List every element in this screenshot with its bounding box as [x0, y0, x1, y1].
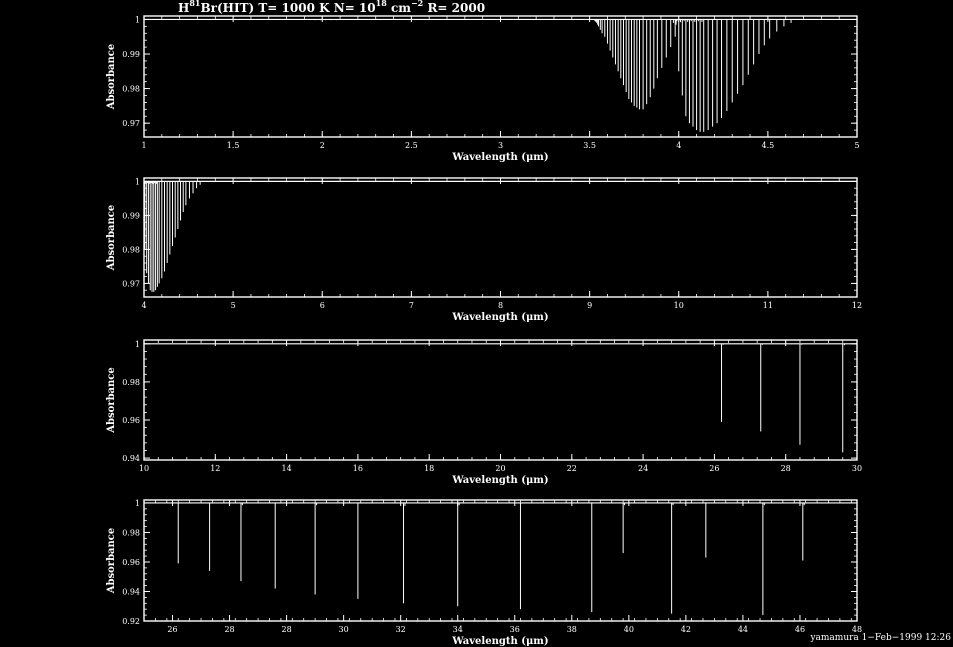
y-tick-label: 0.94 — [122, 587, 140, 596]
x-tick-label: 11 — [763, 301, 773, 310]
x-tick-label: 4 — [141, 301, 146, 310]
x-tick-label: 1 — [141, 141, 146, 150]
title-prefix: H — [178, 1, 189, 15]
x-tick-label: 44 — [738, 625, 748, 634]
panel-1: 1 1.5 2 2.5 3 3.5 4 4.5 5 0.97 0.98 0.99 1 Wavelength… — [106, 15, 860, 163]
title-unit-exponent: −2 — [411, 0, 423, 8]
x-tick-label: 26 — [167, 625, 177, 634]
y-tick-label: 0.96 — [122, 558, 140, 567]
panel-3: 10 12 14 16 18 20 22 24 26 28 30 0.94 0.96 0.98 1 Wavel… — [106, 339, 862, 486]
figure-title: H81Br(HIT) T= 1000 K N= 1018 cm−2 R= 200… — [178, 0, 485, 15]
y-tick-label: 0.99 — [122, 211, 140, 220]
y-tick-label: 0.97 — [122, 279, 140, 288]
x-tick-label: 2.5 — [405, 141, 418, 150]
x-tick-label: 42 — [681, 625, 691, 634]
y-tick-label: 0.94 — [122, 454, 140, 463]
x-tick-label: 4 — [676, 141, 681, 150]
title-middle: T= 1000 K N= 10 — [258, 1, 375, 15]
x-tick-label: 1.5 — [227, 141, 240, 150]
y-tick-label: 0.97 — [122, 119, 140, 128]
x-tick-label: 38 — [567, 625, 577, 634]
y-tick-label: 0.98 — [122, 85, 140, 94]
y-axis-label: Absorbance — [106, 367, 117, 434]
x-tick-label: 12 — [852, 301, 862, 310]
y-tick-label: 1 — [135, 177, 140, 186]
x-tick-label: 8 — [498, 301, 503, 310]
plot-frame — [143, 499, 858, 622]
x-tick-label: 32 — [396, 625, 406, 634]
x-tick-label: 18 — [424, 464, 434, 473]
x-tick-label: 10 — [674, 301, 684, 310]
x-tick-label: 10 — [139, 464, 149, 473]
x-tick-label: 46 — [795, 625, 805, 634]
x-tick-label: 28 — [282, 625, 292, 634]
y-axis-label: Absorbance — [106, 528, 117, 595]
x-tick-label: 30 — [852, 464, 862, 473]
x-tick-label: 6 — [320, 301, 325, 310]
x-tick-label: 5 — [854, 141, 859, 150]
title-isotope: 81 — [189, 0, 200, 8]
x-tick-label: 34 — [453, 625, 463, 634]
plot-frame — [143, 339, 858, 461]
y-tick-label: 0.98 — [122, 528, 140, 537]
y-axis-label: Absorbance — [106, 205, 117, 272]
x-tick-label: 9 — [587, 301, 592, 310]
x-tick-label: 16 — [353, 464, 363, 473]
title-unit: cm — [391, 1, 411, 15]
x-tick-label: 7 — [409, 301, 414, 310]
x-tick-label: 20 — [495, 464, 505, 473]
x-tick-label: 22 — [567, 464, 577, 473]
y-axis-label: Absorbance — [106, 44, 117, 111]
x-tick-label: 12 — [210, 464, 220, 473]
x-tick-label: 30 — [339, 625, 349, 634]
title-species: Br(HIT) — [200, 1, 254, 15]
x-tick-label: 40 — [624, 625, 634, 634]
panel-4: 26 28 28 30 32 34 36 38 40 42 44 46 480.920.940.960.… — [106, 499, 862, 647]
plot-frame — [143, 15, 858, 138]
y-tick-label: 0.96 — [122, 416, 140, 425]
x-axis-label: Wavelength (μm) — [451, 636, 548, 647]
panel-2: 4 5 6 7 8 9 10 11 12 0.97 0.98 0.99 1 Wavelength (μm)… — [106, 177, 862, 323]
y-tick-label: 1 — [135, 499, 140, 508]
x-tick-label: 2 — [320, 141, 325, 150]
x-tick-label: 5 — [231, 301, 236, 310]
y-tick-label: 1 — [135, 340, 140, 349]
title-n-exponent: 18 — [376, 0, 388, 8]
x-axis-label: Wavelength (μm) — [451, 152, 548, 163]
x-tick-label: 4.5 — [762, 141, 775, 150]
x-tick-label: 24 — [638, 464, 648, 473]
spectrum-figure: H81Br(HIT) T= 1000 K N= 1018 cm−2 R= 200… — [106, 0, 951, 647]
title-tail: R= 2000 — [427, 1, 485, 15]
x-tick-label: 28 — [224, 625, 234, 634]
x-tick-label: 14 — [282, 464, 292, 473]
x-axis-label: Wavelength (μm) — [451, 312, 548, 323]
y-tick-label: 0.99 — [122, 50, 140, 59]
plot-frame — [143, 177, 858, 298]
footer-signature: yamamura 1−Feb−1999 12:26 — [809, 633, 951, 643]
y-tick-label: 1 — [135, 15, 140, 24]
y-tick-label: 0.92 — [122, 617, 140, 626]
x-tick-label: 3.5 — [583, 141, 596, 150]
x-axis-label: Wavelength (μm) — [451, 475, 548, 486]
x-tick-label: 36 — [510, 625, 520, 634]
x-tick-label: 28 — [781, 464, 791, 473]
x-tick-label: 3 — [498, 141, 503, 150]
y-tick-label: 0.98 — [122, 378, 140, 387]
y-tick-label: 0.98 — [122, 245, 140, 254]
x-tick-label: 26 — [709, 464, 719, 473]
